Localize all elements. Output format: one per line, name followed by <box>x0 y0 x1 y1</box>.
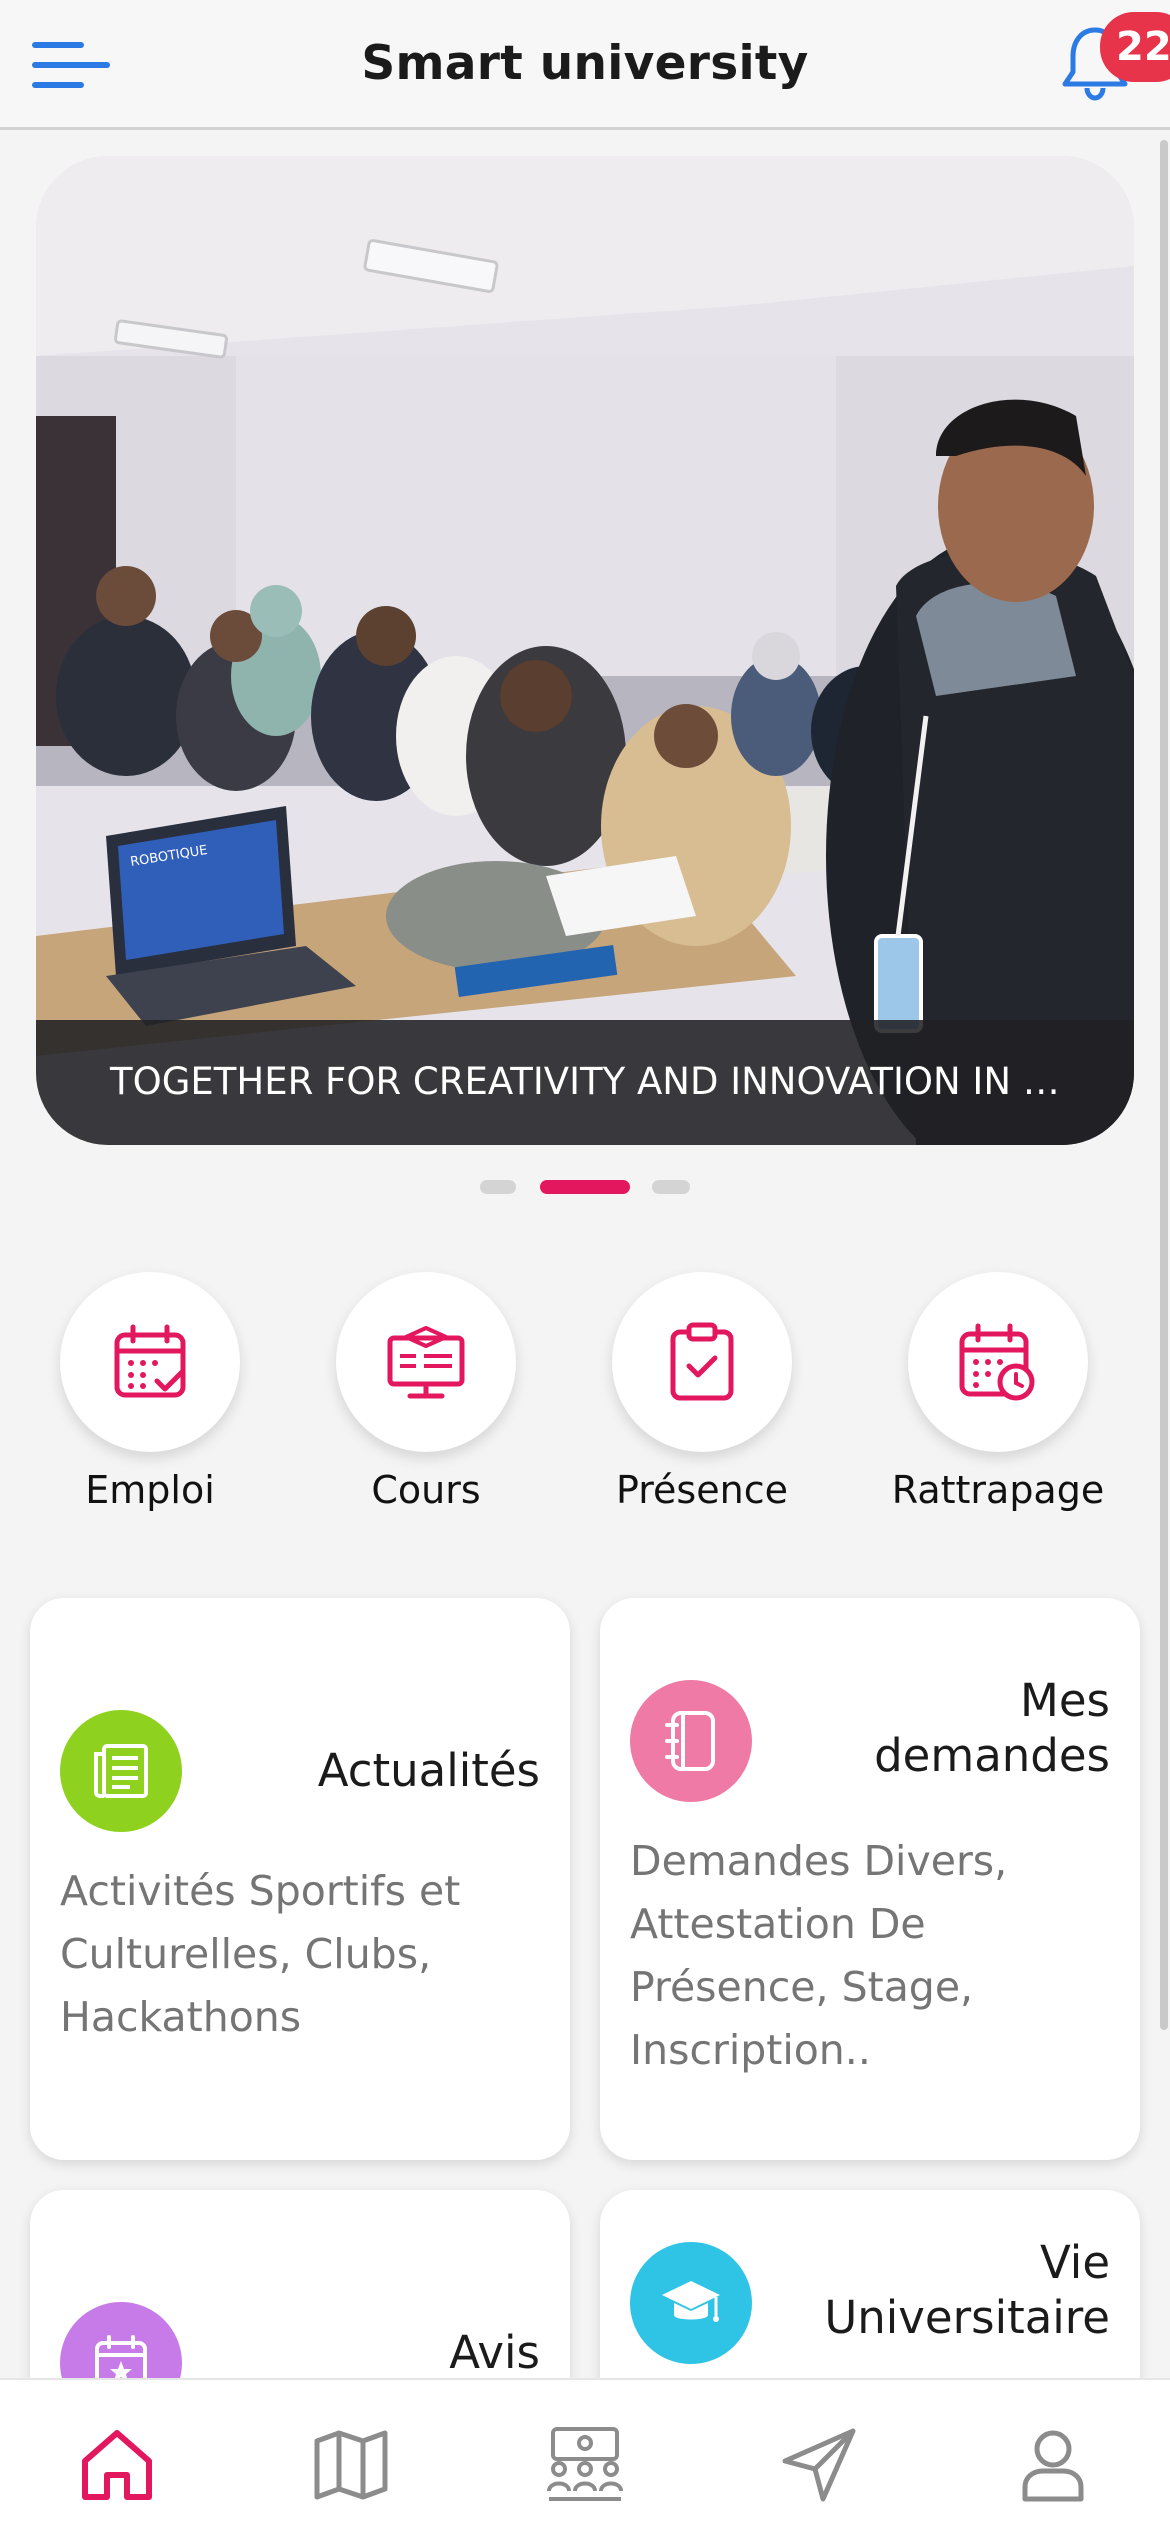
nav-home[interactable] <box>72 2420 162 2510</box>
clipboard-check-icon <box>670 1322 734 1401</box>
quick-action-cours[interactable]: Cours <box>336 1272 516 1512</box>
banner-photo: ROBOTIQUE <box>36 156 1134 1145</box>
page-title: Smart university <box>361 36 809 91</box>
card-description: Demandes Divers, Attestation De Présence… <box>630 1837 1008 2074</box>
card-actualites[interactable]: Actualités Activités Sportifs et Culture… <box>30 1598 570 2160</box>
group-meeting-icon <box>547 2427 623 2501</box>
card-title-line: Universitaire <box>824 2291 1110 2344</box>
card-title-line: demandes <box>874 1729 1110 1782</box>
quick-action-label: Cours <box>371 1468 481 1512</box>
card-title: Mes demandes <box>874 1673 1110 1783</box>
notebook-icon <box>630 1680 752 1802</box>
quick-action-label: Rattrapage <box>891 1468 1105 1512</box>
banner-caption: TOGETHER FOR CREATIVITY AND INNOVATION I… <box>36 1020 1134 1145</box>
quick-action-emploi[interactable]: Emploi <box>60 1272 240 1512</box>
map-icon <box>314 2430 388 2500</box>
nav-map[interactable] <box>306 2420 396 2510</box>
user-icon <box>1022 2430 1084 2502</box>
graduation-cap-icon <box>630 2242 752 2364</box>
calendar-check-icon <box>114 1324 186 1398</box>
card-title: Avis <box>449 2326 540 2379</box>
course-board-icon <box>387 1326 465 1399</box>
news-icon <box>60 1710 182 1832</box>
carousel-dot[interactable] <box>480 1180 516 1194</box>
quick-action-rattrapage[interactable]: Rattrapage <box>892 1272 1104 1512</box>
send-icon <box>782 2428 856 2502</box>
carousel-indicator <box>0 1180 1170 1194</box>
carousel-dot-active[interactable] <box>540 1180 630 1194</box>
news-carousel[interactable]: ROBOTIQUE TOGETHER FOR CREATIVITY AND IN… <box>36 156 1134 1145</box>
scrollbar[interactable] <box>1160 140 1168 2030</box>
home-icon <box>82 2430 152 2500</box>
card-title: Actualités <box>317 1744 540 1797</box>
card-title-line: Vie <box>1040 2236 1110 2289</box>
quick-action-label: Emploi <box>85 1468 215 1512</box>
nav-send[interactable] <box>774 2420 864 2510</box>
nav-profile[interactable] <box>1008 2420 1098 2510</box>
quick-action-label: Présence <box>616 1468 788 1512</box>
app-header: Smart university 22 <box>0 0 1170 130</box>
nav-community[interactable] <box>540 2420 630 2510</box>
card-mes-demandes[interactable]: Mes demandes Demandes Divers, Attestatio… <box>600 1598 1140 2160</box>
card-title: Vie Universitaire <box>824 2235 1110 2345</box>
bottom-navigation <box>0 2378 1170 2532</box>
card-description: Activités Sportifs et Culturelles, Clubs… <box>60 1867 461 2041</box>
card-title-line: Mes <box>1020 1674 1110 1727</box>
carousel-dot[interactable] <box>652 1180 690 1194</box>
notification-badge[interactable]: 22 <box>1100 12 1170 82</box>
calendar-clock-icon <box>959 1323 1035 1401</box>
quick-action-presence[interactable]: Présence <box>612 1272 792 1512</box>
